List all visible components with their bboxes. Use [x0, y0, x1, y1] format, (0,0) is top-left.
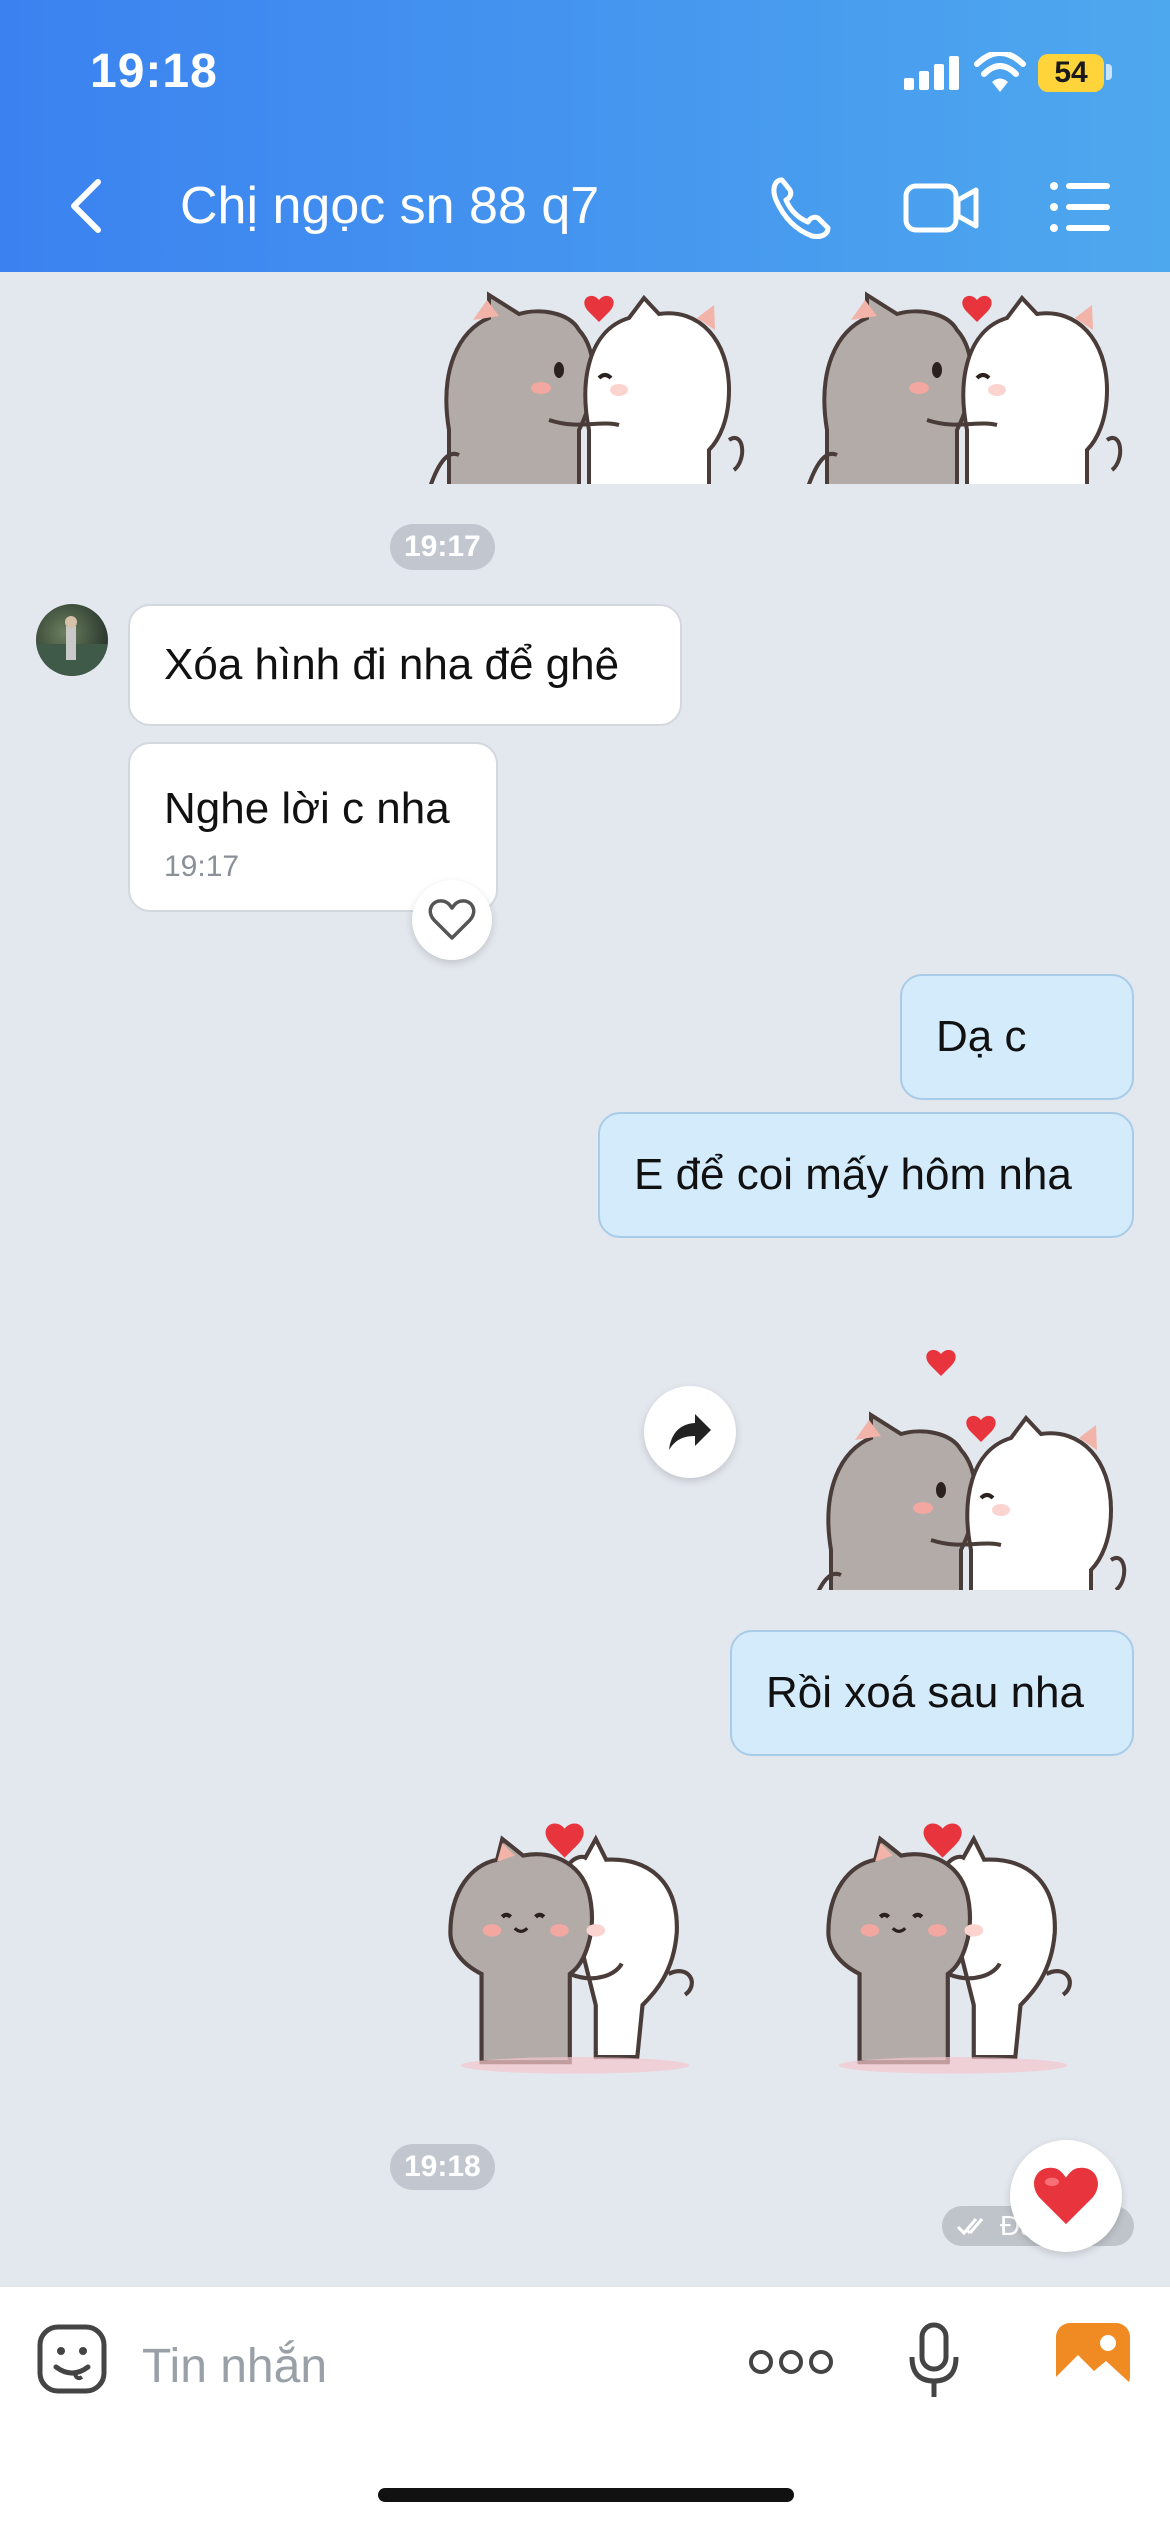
status-time: 19:18: [90, 45, 218, 98]
react-heart-button[interactable]: [412, 880, 492, 960]
message-text: Rồi xoá sau nha: [766, 1668, 1084, 1717]
forward-arrow-icon: [669, 1414, 711, 1450]
video-call-icon[interactable]: [902, 172, 980, 242]
message-time: 19:17: [164, 850, 240, 883]
message-text: Xóa hình đi nha để ghê: [164, 640, 620, 689]
message-text: Dạ c: [936, 1012, 1027, 1061]
menu-list-icon[interactable]: [1046, 172, 1116, 242]
timestamp-pill: 19:18: [390, 2144, 495, 2190]
phone-icon[interactable]: [766, 172, 836, 242]
heart-outline-icon: [428, 899, 476, 940]
contact-avatar[interactable]: [36, 604, 108, 676]
double-check-icon: [956, 2218, 984, 2236]
sticker-kiss-cats[interactable]: [424, 272, 754, 484]
heart-icon: [1034, 2167, 1098, 2225]
outgoing-message[interactable]: Dạ c: [900, 974, 1134, 1100]
message-text: Nghe lời c nha: [164, 784, 450, 833]
sticker-hug-cats[interactable]: [818, 1818, 1088, 2078]
message-text: E để coi mấy hôm nha: [634, 1150, 1072, 1199]
forward-button[interactable]: [644, 1386, 736, 1478]
message-input[interactable]: [140, 2325, 664, 2407]
wifi-icon: [974, 52, 1026, 92]
signal-icon: [904, 56, 959, 90]
gallery-icon[interactable]: [1054, 2321, 1132, 2393]
outgoing-message[interactable]: E để coi mấy hôm nha: [598, 1112, 1134, 1238]
sticker-kiss-cats[interactable]: [806, 1350, 1136, 1590]
more-icon[interactable]: [748, 2347, 834, 2377]
chat-header: 19:18 54 Chị ngọc sn 88 q7: [0, 0, 1170, 272]
battery-tip: [1106, 64, 1112, 80]
outgoing-message[interactable]: Rồi xoá sau nha: [730, 1630, 1134, 1756]
chat-title[interactable]: Chị ngọc sn 88 q7: [180, 176, 599, 236]
quick-heart-reaction-button[interactable]: [1010, 2140, 1122, 2252]
home-indicator[interactable]: [378, 2488, 794, 2502]
back-icon[interactable]: [62, 176, 112, 236]
timestamp-pill: 19:17: [390, 524, 495, 570]
sticker-kiss-cats[interactable]: [802, 272, 1132, 484]
incoming-message[interactable]: Xóa hình đi nha để ghê: [128, 604, 682, 726]
sticker-hug-cats[interactable]: [440, 1818, 710, 2078]
microphone-icon[interactable]: [906, 2321, 962, 2401]
sticker-icon[interactable]: [36, 2323, 108, 2395]
battery-level: 54: [1038, 54, 1104, 92]
